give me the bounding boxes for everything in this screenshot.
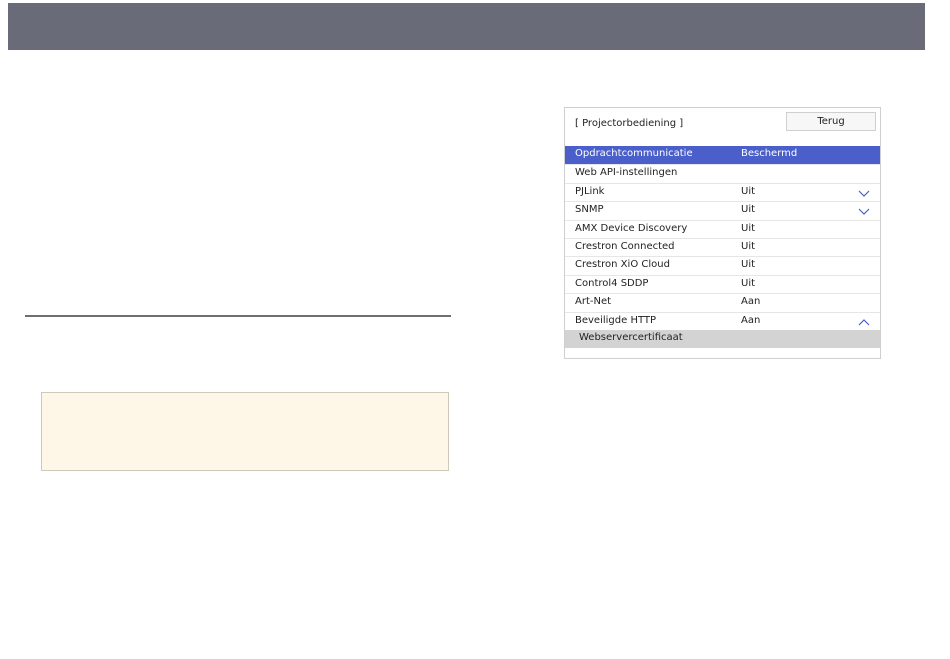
settings-row-value: Uit	[741, 185, 756, 197]
settings-row-label: Opdrachtcommunicatie	[575, 148, 693, 159]
settings-row-value: Uit	[741, 204, 756, 216]
chevron-down-icon[interactable]	[858, 188, 870, 198]
settings-row-value: Beschermd	[741, 148, 798, 159]
settings-row-value: Uit	[741, 222, 756, 234]
settings-row-label: Beveiligde HTTP	[575, 314, 657, 326]
settings-row[interactable]: Control4 SDDP Uit	[565, 274, 880, 293]
settings-row[interactable]: Web API-instellingen	[565, 164, 880, 182]
settings-row[interactable]: Art-Net Aan	[565, 293, 880, 311]
settings-row-label: SNMP	[575, 204, 604, 216]
settings-row-value: Uit	[741, 277, 756, 289]
chevron-down-icon[interactable]	[858, 206, 870, 216]
chevron-up-icon[interactable]	[858, 317, 870, 327]
settings-row-label: Art-Net	[575, 296, 612, 308]
settings-row-label: Webservercertificaat	[579, 331, 683, 343]
settings-row[interactable]: Crestron Connected Uit	[565, 237, 880, 256]
settings-row-value: Uit	[741, 259, 756, 271]
settings-row[interactable]: Crestron XiO Cloud Uit	[565, 256, 880, 274]
settings-row-value: Aan	[741, 314, 761, 326]
settings-list: Opdrachtcommunicatie Beschermd Web API-ins…	[565, 146, 880, 349]
settings-row-label: Crestron XiO Cloud	[575, 259, 670, 271]
settings-row[interactable]: Opdrachtcommunicatie Beschermd	[565, 146, 880, 165]
note-box	[41, 392, 449, 471]
settings-row[interactable]: Beveiligde HTTP Aan	[565, 311, 880, 330]
settings-row[interactable]: SNMP Uit	[565, 201, 880, 219]
settings-row-value: Aan	[741, 296, 761, 308]
projector-control-panel: [ Projectorbediening ] Terug Opdrachtcom…	[564, 107, 881, 359]
settings-row[interactable]: PJLink Uit	[565, 182, 880, 201]
settings-row[interactable]: AMX Device Discovery Uit	[565, 219, 880, 238]
settings-row-label: PJLink	[575, 185, 605, 197]
section-divider	[25, 315, 451, 317]
panel-header: [ Projectorbediening ] Terug	[565, 108, 880, 146]
settings-row-value: Uit	[741, 240, 756, 252]
back-button[interactable]: Terug	[786, 112, 876, 131]
top-banner	[8, 3, 925, 50]
settings-row-label: Control4 SDDP	[575, 277, 649, 289]
settings-row-label: Crestron Connected	[575, 240, 675, 252]
settings-row-label: Web API-instellingen	[575, 167, 678, 179]
settings-row-label: AMX Device Discovery	[575, 222, 688, 234]
panel-title: [ Projectorbediening ]	[575, 118, 684, 129]
settings-row-sub[interactable]: Webservercertificaat	[565, 329, 880, 349]
